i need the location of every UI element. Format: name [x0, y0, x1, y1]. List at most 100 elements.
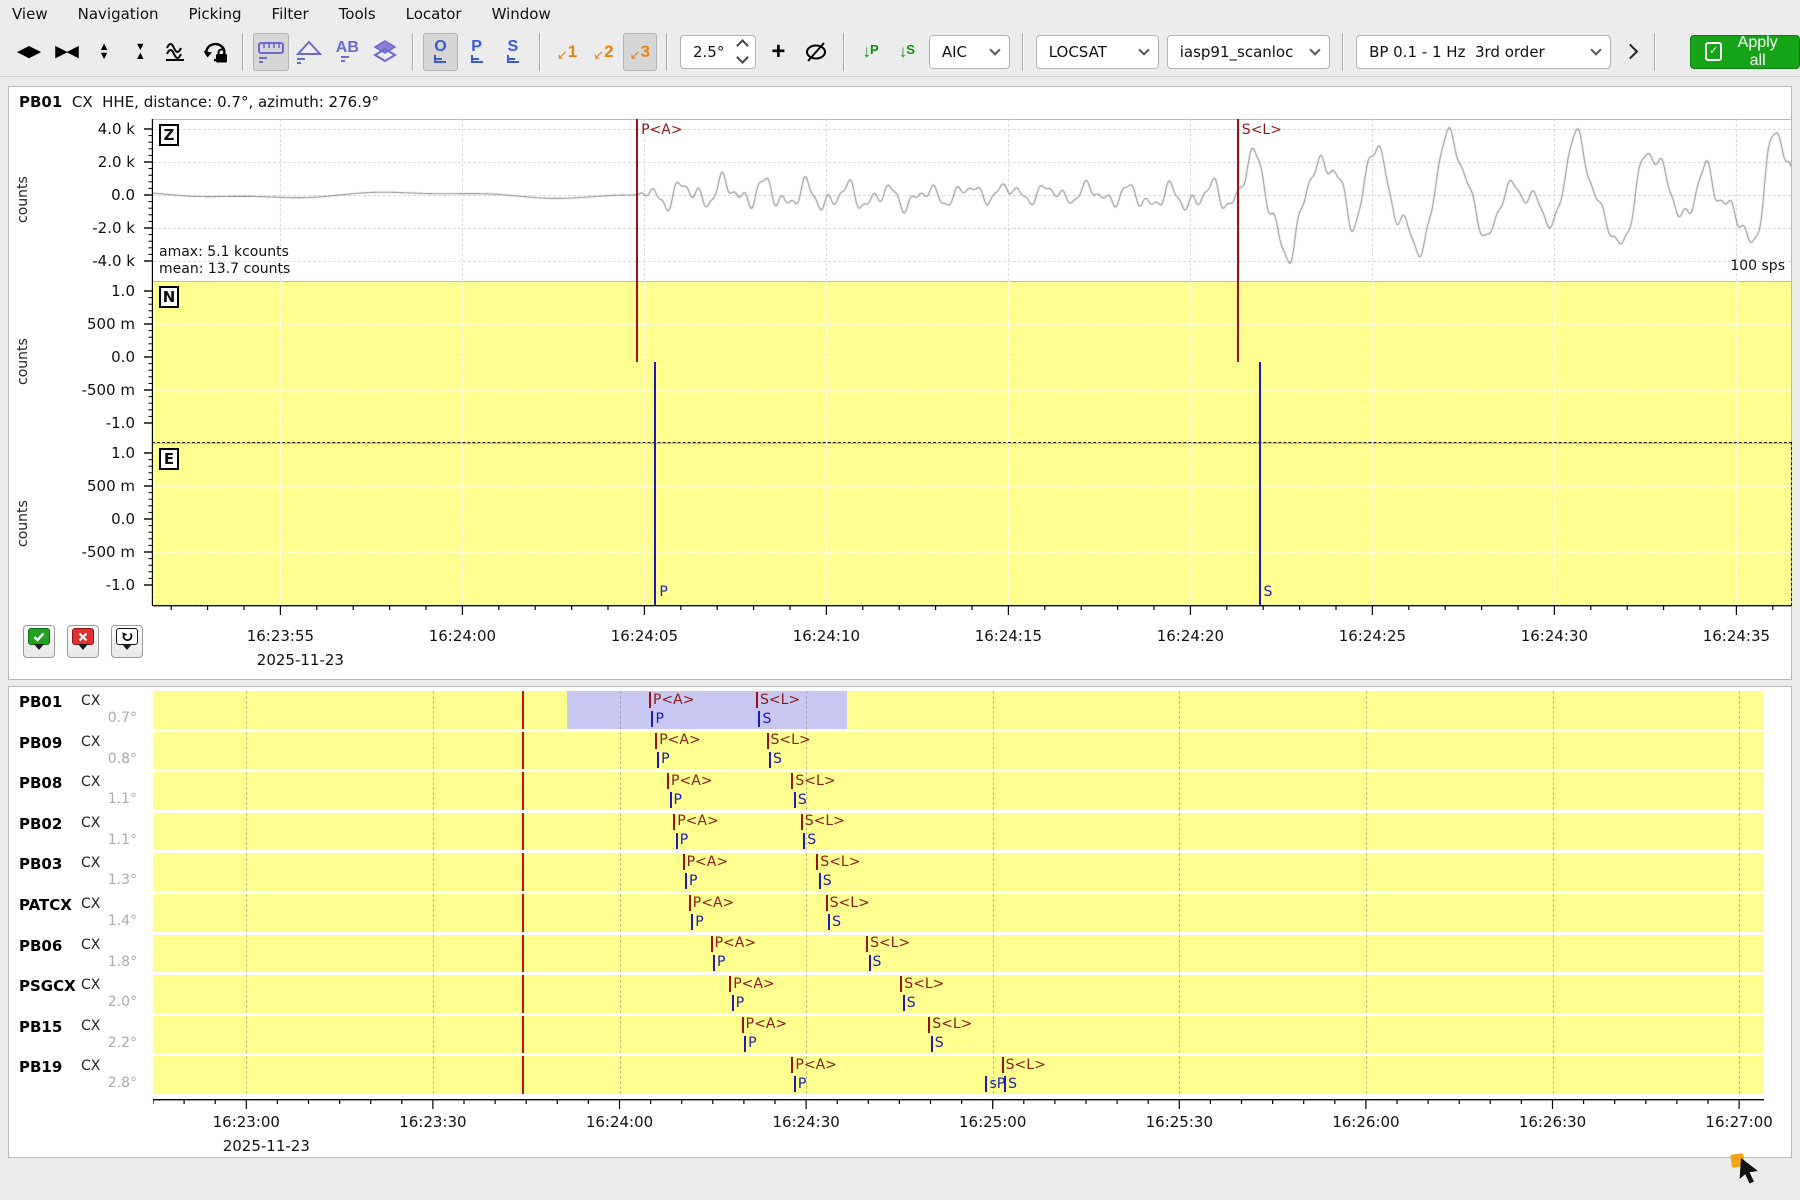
- distance-spinbox[interactable]: 2.5°: [680, 35, 756, 69]
- trace-row-PB03[interactable]: P<A>S<L>PS: [153, 853, 1764, 891]
- component-1-button[interactable]: ↙1: [550, 33, 584, 71]
- filter-select[interactable]: BP 0.1 - 1 Hz 3rd order: [1356, 35, 1611, 69]
- trace-row-PB06[interactable]: P<A>S<L>PS: [153, 935, 1764, 973]
- compress-vertical-button[interactable]: ▼▲: [123, 33, 157, 71]
- trace-row-PB01[interactable]: P<A>S<L>PS: [153, 691, 1764, 729]
- menu-navigation[interactable]: Navigation: [78, 5, 159, 23]
- manual-pick-tick[interactable]: [676, 833, 678, 849]
- gridline-vertical: [246, 691, 247, 729]
- pick-s-mode-button[interactable]: ↓S: [890, 33, 924, 71]
- manual-pick-tick[interactable]: [819, 873, 821, 889]
- auto-pick-tick[interactable]: [649, 692, 651, 708]
- auto-pick-tick[interactable]: [791, 773, 793, 789]
- picker-algorithm-select[interactable]: AIC: [929, 35, 1010, 69]
- triangle-tool-button[interactable]: [291, 33, 327, 71]
- locator-profile-select[interactable]: iasp91_scanloc: [1167, 35, 1330, 69]
- trace-row-PB19[interactable]: P<A>S<L>PsPS: [153, 1056, 1764, 1094]
- manual-pick-line[interactable]: [654, 362, 656, 605]
- expand-horizontal-button[interactable]: ◀▶: [11, 33, 47, 71]
- trace-row-PATCX[interactable]: P<A>S<L>PS: [153, 894, 1764, 932]
- manual-pick-tick[interactable]: [732, 995, 734, 1011]
- manual-pick-tick[interactable]: [794, 792, 796, 808]
- manual-pick-tick[interactable]: [803, 833, 805, 849]
- auto-pick-tick[interactable]: [816, 854, 818, 870]
- auto-pick-tick[interactable]: [801, 814, 803, 830]
- manual-pick-tick[interactable]: [651, 711, 653, 727]
- manual-pick-tick[interactable]: [744, 1036, 746, 1052]
- confirm-pick-button[interactable]: [23, 625, 55, 658]
- trace-area-N[interactable]: [153, 281, 1791, 443]
- trace-row-PB15[interactable]: P<A>S<L>PS: [153, 1016, 1764, 1054]
- show-origin-picks-button[interactable]: O: [423, 33, 457, 71]
- stack-traces-button[interactable]: [367, 33, 403, 71]
- manual-pick-tick[interactable]: [657, 752, 659, 768]
- expand-vertical-button[interactable]: ▲▼: [87, 33, 121, 71]
- auto-pick-line[interactable]: [1237, 119, 1239, 362]
- auto-pick-tick[interactable]: [1002, 1057, 1004, 1073]
- component-2-button[interactable]: ↙2: [586, 33, 620, 71]
- menu-view[interactable]: View: [12, 5, 48, 23]
- manual-pick-tick[interactable]: [931, 1036, 933, 1052]
- manual-pick-line[interactable]: [1259, 362, 1261, 605]
- menu-picking[interactable]: Picking: [189, 5, 242, 23]
- show-p-picks-button[interactable]: P: [460, 33, 494, 71]
- locator-select[interactable]: LOCSAT: [1036, 35, 1159, 69]
- amplitude-ab-button[interactable]: AB: [329, 33, 365, 71]
- view-window-selection[interactable]: [567, 691, 847, 729]
- auto-pick-tick[interactable]: [767, 733, 769, 749]
- auto-pick-tick[interactable]: [683, 854, 685, 870]
- menu-filter[interactable]: Filter: [272, 5, 309, 23]
- auto-pick-tick[interactable]: [689, 895, 691, 911]
- manual-pick-tick[interactable]: [713, 955, 715, 971]
- manual-pick-tick[interactable]: [670, 792, 672, 808]
- lock-rotation-button[interactable]: [197, 33, 233, 71]
- manual-pick-tick[interactable]: [903, 995, 905, 1011]
- menu-locator[interactable]: Locator: [406, 5, 462, 23]
- manual-pick-tick[interactable]: [985, 1076, 987, 1092]
- auto-pick-tick[interactable]: [729, 976, 731, 992]
- ruler-tool-button[interactable]: [253, 33, 289, 71]
- menu-tools[interactable]: Tools: [339, 5, 376, 23]
- revert-pick-button[interactable]: [111, 625, 143, 658]
- spinbox-arrows[interactable]: [738, 41, 747, 62]
- compress-horizontal-button[interactable]: ▶◀: [49, 33, 85, 71]
- apply-all-button[interactable]: ✓ Apply all: [1690, 35, 1800, 69]
- auto-pick-tick[interactable]: [866, 936, 868, 952]
- spin-down-icon[interactable]: [736, 51, 749, 64]
- manual-pick-tick[interactable]: [828, 914, 830, 930]
- show-s-picks-button[interactable]: S: [496, 33, 530, 71]
- manual-pick-tick[interactable]: [769, 752, 771, 768]
- manual-pick-tick[interactable]: [869, 955, 871, 971]
- trace-row-PB09[interactable]: P<A>S<L>PS: [153, 732, 1764, 770]
- reject-pick-button[interactable]: [67, 625, 99, 658]
- add-station-button[interactable]: +: [761, 33, 795, 71]
- manual-pick-tick[interactable]: [758, 711, 760, 727]
- auto-pick-tick[interactable]: [756, 692, 758, 708]
- waveform-z[interactable]: [153, 119, 1791, 281]
- manual-pick-tick[interactable]: [794, 1076, 796, 1092]
- toolbar: ◀▶ ▶◀ ▲▼ ▼▲ AB O P: [0, 27, 1800, 77]
- auto-pick-tick[interactable]: [791, 1057, 793, 1073]
- manual-pick-tick[interactable]: [691, 914, 693, 930]
- waveform-normalize-button[interactable]: [159, 33, 195, 71]
- auto-pick-tick[interactable]: [742, 1017, 744, 1033]
- auto-pick-tick[interactable]: [826, 895, 828, 911]
- auto-pick-tick[interactable]: [711, 936, 713, 952]
- auto-pick-tick[interactable]: [900, 976, 902, 992]
- auto-pick-tick[interactable]: [928, 1017, 930, 1033]
- auto-pick-tick[interactable]: [673, 814, 675, 830]
- auto-pick-tick[interactable]: [655, 733, 657, 749]
- trace-row-PSGCX[interactable]: P<A>S<L>PS: [153, 975, 1764, 1013]
- spin-up-icon[interactable]: [736, 39, 749, 52]
- gridline-vertical: [1553, 1056, 1554, 1094]
- hide-traces-button[interactable]: [798, 33, 834, 71]
- component-3-button[interactable]: ↙3: [623, 33, 657, 71]
- auto-pick-tick[interactable]: [667, 773, 669, 789]
- auto-pick-line[interactable]: [636, 119, 638, 362]
- toolbar-overflow-button[interactable]: [1616, 33, 1645, 71]
- trace-row-PB02[interactable]: P<A>S<L>PS: [153, 813, 1764, 851]
- manual-pick-tick[interactable]: [685, 873, 687, 889]
- pick-p-mode-button[interactable]: ↓P: [854, 33, 888, 71]
- menu-window[interactable]: Window: [492, 5, 551, 23]
- trace-row-PB08[interactable]: P<A>S<L>PS: [153, 772, 1764, 810]
